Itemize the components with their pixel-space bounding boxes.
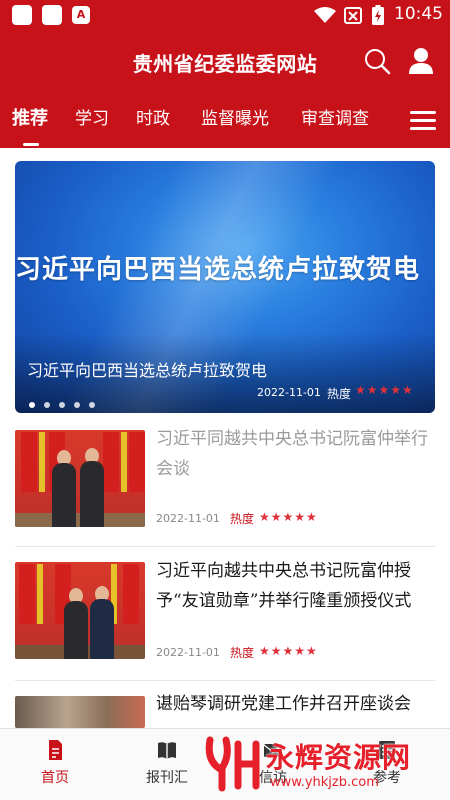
banner-date: 2022-11-01 bbox=[257, 386, 321, 399]
tab-investigation[interactable]: 审查调查 bbox=[301, 104, 369, 129]
app-icon bbox=[42, 5, 62, 25]
wifi-icon bbox=[314, 7, 336, 23]
article-date: 2022-11-01 bbox=[156, 512, 220, 525]
article-title: 谌贻琴调研党建工作并召开座谈会 bbox=[156, 694, 411, 714]
heat-label: 热度 bbox=[230, 646, 255, 660]
watermark-logo bbox=[205, 736, 260, 792]
app-a-icon: A bbox=[72, 6, 90, 24]
carousel-dot[interactable] bbox=[74, 402, 80, 408]
tab-politics[interactable]: 时政 bbox=[136, 104, 170, 129]
tab-study[interactable]: 学习 bbox=[75, 104, 109, 129]
heat-label: 热度 bbox=[327, 387, 352, 401]
active-tab-indicator bbox=[23, 143, 39, 146]
list-item[interactable]: 习近平同越共中央总书记阮富仲举行会谈 2022-11-01 热度 ★★★★★ bbox=[15, 429, 435, 530]
banner-caption: 习近平向巴西当选总统卢拉致贺电 bbox=[27, 361, 268, 380]
banner-carousel[interactable]: 习近平向巴西当选总统卢拉致贺电 习近平向巴西当选总统卢拉致贺电 2022-11-… bbox=[15, 161, 435, 413]
status-time: 10:45 bbox=[394, 4, 443, 24]
list-item[interactable]: 习近平向越共中央总书记阮富仲授予“友谊勋章”并举行隆重颁授仪式 2022-11-… bbox=[15, 561, 435, 662]
divider bbox=[15, 680, 435, 681]
nav-journals[interactable]: 报刊汇 bbox=[132, 739, 202, 787]
heat-stars: ★★★★★ bbox=[355, 383, 414, 397]
nav-journals-label: 报刊汇 bbox=[146, 770, 188, 786]
tab-recommend[interactable]: 推荐 bbox=[12, 104, 48, 130]
watermark-text: 永辉资源网 bbox=[266, 741, 412, 774]
watermark-url: www.yhkjzb.com bbox=[270, 775, 379, 790]
article-title: 习近平向越共中央总书记阮富仲授予“友谊勋章”并举行隆重颁授仪式 bbox=[156, 561, 412, 611]
carousel-dot[interactable] bbox=[29, 402, 35, 408]
article-date: 2022-11-01 bbox=[156, 646, 220, 659]
user-icon[interactable] bbox=[407, 46, 435, 76]
carousel-dot[interactable] bbox=[44, 402, 50, 408]
status-bar: A 10:45 bbox=[0, 0, 450, 32]
article-thumbnail bbox=[15, 696, 145, 728]
article-thumbnail bbox=[15, 562, 145, 659]
banner-headline: 习近平向巴西当选总统卢拉致贺电 bbox=[15, 255, 421, 285]
search-icon[interactable] bbox=[362, 46, 392, 76]
category-tabs: 推荐 学习 时政 监督曝光 审查调查 bbox=[0, 100, 450, 148]
nav-home-label: 首页 bbox=[41, 770, 69, 786]
heat-label: 热度 bbox=[230, 512, 255, 526]
nav-home[interactable]: 首页 bbox=[20, 739, 90, 787]
no-sim-icon bbox=[344, 7, 362, 24]
menu-icon[interactable] bbox=[410, 109, 438, 133]
app-header: A 10:45 贵州省纪委监委网站 推荐 学习 时政 监督曝光 审查调查 bbox=[0, 0, 450, 148]
article-title: 习近平同越共中央总书记阮富仲举行会谈 bbox=[156, 429, 428, 479]
app-icon bbox=[12, 5, 32, 25]
heat-stars: ★★★★★ bbox=[259, 644, 318, 658]
battery-charging-icon bbox=[372, 5, 384, 25]
watermark: 永辉资源网 www.yhkjzb.com bbox=[200, 734, 440, 796]
book-icon bbox=[158, 742, 176, 759]
carousel-dot[interactable] bbox=[59, 402, 65, 408]
divider bbox=[15, 546, 435, 547]
document-icon bbox=[49, 740, 62, 760]
heat-stars: ★★★★★ bbox=[259, 510, 318, 524]
carousel-dot[interactable] bbox=[89, 402, 95, 408]
article-thumbnail bbox=[15, 430, 145, 527]
page-title: 贵州省纪委监委网站 bbox=[132, 52, 318, 76]
carousel-dots bbox=[29, 393, 104, 408]
tab-supervision[interactable]: 监督曝光 bbox=[201, 104, 269, 129]
